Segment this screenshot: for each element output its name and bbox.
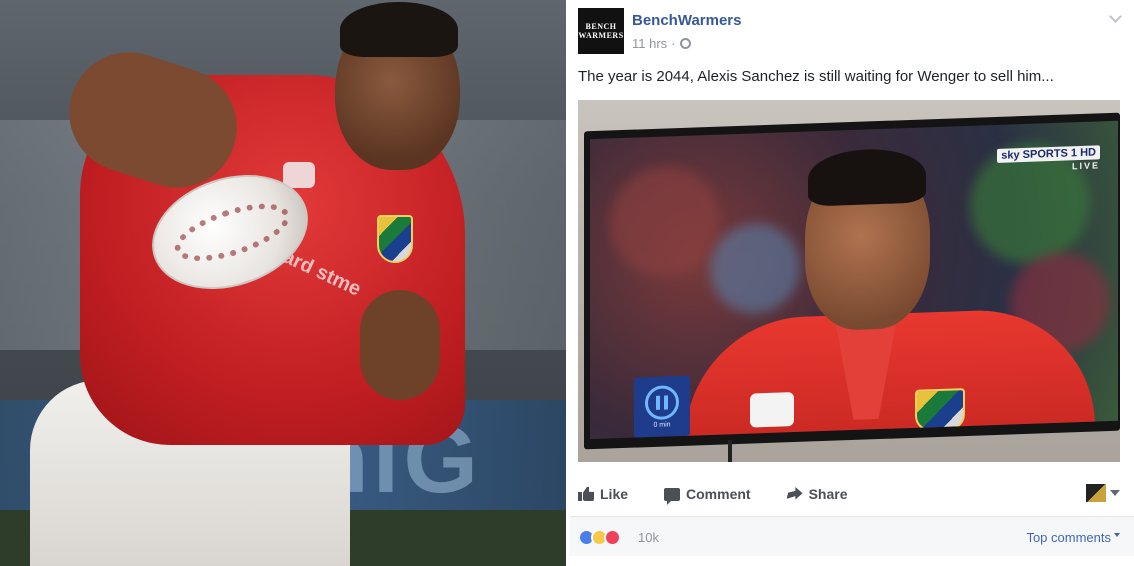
- post-image[interactable]: sky SPORTS 1 HD LIVE 0 min: [578, 100, 1120, 462]
- like-button[interactable]: Like: [578, 486, 628, 502]
- comment-sort-label: Top comments: [1026, 530, 1111, 545]
- player-hair: [808, 147, 926, 207]
- comment-label: Comment: [686, 486, 751, 502]
- meta-separator: ·: [671, 36, 676, 51]
- caret-down-icon: [1114, 532, 1120, 537]
- comment-sort-dropdown[interactable]: Top comments: [1026, 530, 1120, 545]
- facebook-post: BENCH WARMERS BenchWarmers 11 hrs · The …: [570, 0, 1134, 566]
- crowd-blur: [610, 164, 720, 279]
- live-indicator: LIVE: [1071, 160, 1100, 172]
- share-label: Share: [808, 486, 848, 502]
- player-hair: [340, 2, 458, 57]
- page-name-link[interactable]: BenchWarmers: [632, 12, 741, 29]
- like-label: Like: [600, 486, 629, 502]
- tv-screen: sky SPORTS 1 HD LIVE 0 min: [590, 120, 1118, 440]
- reaction-count[interactable]: 10k: [638, 530, 659, 545]
- post-as-selector[interactable]: [1086, 484, 1120, 502]
- rugby-player-photo: hiG ard stme: [0, 0, 566, 566]
- chevron-down-icon[interactable]: [1109, 10, 1122, 23]
- page-avatar[interactable]: BENCH WARMERS: [578, 8, 624, 54]
- love-reaction-icon: [604, 529, 621, 546]
- jersey-crest: [377, 215, 413, 263]
- jacket-brand-logo: [750, 392, 794, 428]
- avatar-text-line-1: BENCH: [585, 22, 617, 31]
- share-button[interactable]: Share: [786, 486, 848, 502]
- post-meta: 11 hrs ·: [632, 36, 691, 51]
- globe-icon: [679, 38, 691, 49]
- post-text: The year is 2044, Alexis Sanchez is stil…: [578, 68, 1054, 85]
- pause-overlay: 0 min: [634, 375, 690, 438]
- post-actions: Like Comment Share: [578, 478, 1126, 510]
- player-forearm: [360, 290, 440, 400]
- crowd-blur: [710, 221, 800, 315]
- pause-icon: [645, 384, 679, 420]
- share-icon: [786, 487, 803, 500]
- ball-pattern: [168, 191, 297, 273]
- jacket-crest: [915, 388, 965, 432]
- tv-stand: [728, 440, 732, 462]
- broadcaster-badge: sky SPORTS 1 HD LIVE: [997, 145, 1100, 174]
- television: sky SPORTS 1 HD LIVE 0 min: [584, 112, 1120, 450]
- thumbs-up-icon: [578, 487, 594, 501]
- comment-button[interactable]: Comment: [664, 486, 751, 505]
- pause-duration: 0 min: [653, 420, 671, 429]
- comment-icon: [664, 487, 681, 505]
- caret-down-icon: [1110, 490, 1120, 496]
- avatar-text-line-2: WARMERS: [578, 31, 624, 40]
- viewer-avatar: [1086, 484, 1106, 502]
- reactions-bar: 10k Top comments: [570, 516, 1134, 556]
- meme-composite: hiG ard stme BENCH WARMERS BenchWarmers …: [0, 0, 1134, 566]
- post-timestamp[interactable]: 11 hrs: [632, 36, 667, 51]
- reaction-icons[interactable]: [578, 529, 621, 546]
